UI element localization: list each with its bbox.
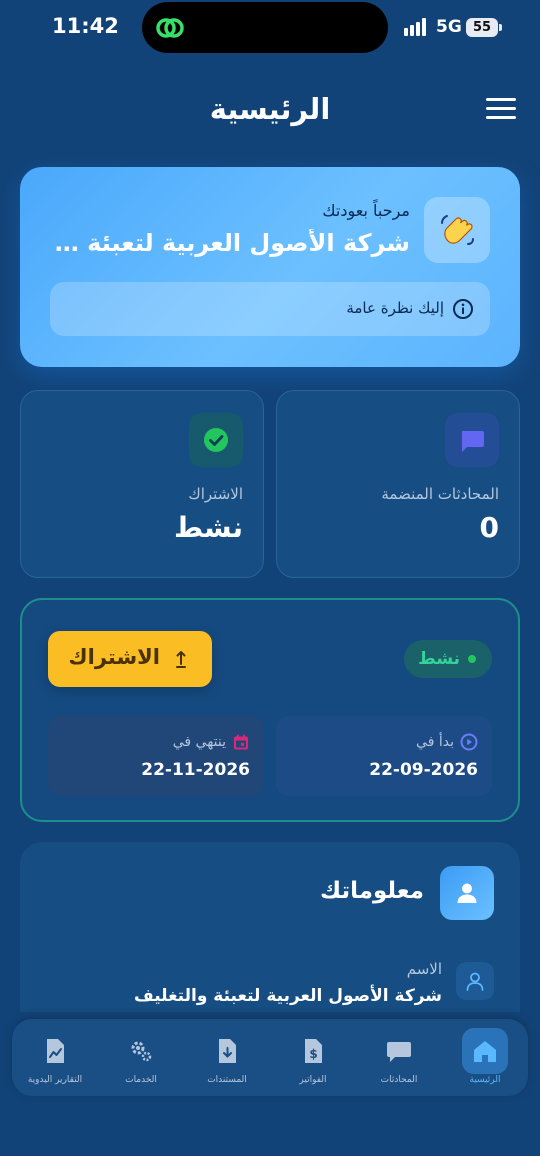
user-icon bbox=[440, 866, 494, 920]
start-date-value: 22-09-2026 bbox=[369, 760, 478, 780]
nav-label: التقارير اليدوية bbox=[27, 1075, 83, 1085]
subscription-card: نشط الاشتراك بدأ في 22-09-2026 ينتهي في … bbox=[20, 598, 520, 822]
welcome-greeting: مرحباً بعودتك bbox=[322, 201, 410, 220]
report-chart-icon bbox=[47, 1039, 64, 1063]
overview-label: إليك نظرة عامة bbox=[346, 299, 444, 317]
network-type: 5G bbox=[436, 17, 462, 37]
info-icon bbox=[453, 299, 473, 319]
status-badge: نشط bbox=[404, 640, 492, 678]
status-text: نشط bbox=[418, 649, 460, 669]
status-time: 11:42 bbox=[52, 14, 119, 38]
app-logo-icon bbox=[156, 18, 184, 38]
company-name: شركة الأصول العربية لتعبئة والت... bbox=[50, 229, 410, 257]
menu-icon bbox=[486, 98, 516, 101]
battery-icon: 55 bbox=[466, 18, 498, 37]
chat-icon bbox=[445, 413, 499, 467]
bottom-nav: الرئيسية المحادثات $ الفواتير المستندات … bbox=[12, 1019, 528, 1096]
name-value: شركة الأصول العربية لتعبئة والتغليف bbox=[133, 986, 442, 1006]
start-date-box: بدأ في 22-09-2026 bbox=[276, 716, 492, 796]
nav-item-invoices[interactable]: $ الفواتير bbox=[270, 1019, 356, 1096]
profile-title: معلوماتك bbox=[320, 878, 424, 904]
dynamic-island bbox=[142, 2, 388, 53]
stat-value: نشط bbox=[174, 511, 243, 544]
gears-icon bbox=[131, 1041, 152, 1062]
nav-item-chats[interactable]: المحادثات bbox=[356, 1019, 442, 1096]
battery-tip bbox=[499, 24, 502, 31]
overview-banner[interactable]: إليك نظرة عامة bbox=[50, 282, 490, 336]
nav-label: المحادثات bbox=[380, 1075, 418, 1085]
nav-label: الفواتير bbox=[299, 1075, 327, 1085]
nav-label: الرئيسية bbox=[469, 1075, 501, 1085]
subscription-stat-card[interactable]: الاشتراك نشط bbox=[20, 390, 264, 578]
stat-label: المحادثات المنضمة bbox=[381, 485, 499, 503]
start-date-label: بدأ في bbox=[416, 734, 454, 750]
wave-icon bbox=[424, 197, 490, 263]
end-date-label: ينتهي في bbox=[172, 734, 226, 750]
nav-item-manual-reports[interactable]: التقارير اليدوية bbox=[12, 1019, 98, 1096]
upgrade-arrow-icon bbox=[176, 651, 186, 668]
stat-value: 0 bbox=[479, 511, 499, 544]
chat-bubble-icon bbox=[387, 1042, 411, 1062]
welcome-card: مرحباً بعودتك شركة الأصول العربية لتعبئة… bbox=[20, 167, 520, 367]
status-dot bbox=[468, 655, 476, 663]
document-download-icon bbox=[219, 1039, 236, 1063]
menu-button[interactable] bbox=[486, 98, 516, 122]
end-date-value: 22-11-2026 bbox=[141, 760, 250, 780]
person-outline-icon bbox=[456, 962, 494, 1000]
end-date-box: ينتهي في 22-11-2026 bbox=[48, 716, 264, 796]
check-circle-icon bbox=[189, 413, 243, 467]
nav-item-services[interactable]: الخدمات bbox=[98, 1019, 184, 1096]
invoice-icon: $ bbox=[305, 1039, 322, 1063]
svg-text:$: $ bbox=[309, 1047, 317, 1061]
calendar-icon bbox=[234, 734, 248, 750]
nav-item-home[interactable]: الرئيسية bbox=[442, 1019, 528, 1096]
subscribe-button-label: الاشتراك bbox=[68, 645, 160, 669]
stat-label: الاشتراك bbox=[188, 485, 243, 503]
subscribe-button[interactable]: الاشتراك bbox=[48, 631, 212, 687]
nav-label: الخدمات bbox=[125, 1075, 157, 1085]
page-title: الرئيسية bbox=[209, 92, 331, 126]
name-label: الاسم bbox=[406, 960, 442, 978]
nav-label: المستندات bbox=[207, 1075, 247, 1085]
nav-item-documents[interactable]: المستندات bbox=[184, 1019, 270, 1096]
conversations-stat-card[interactable]: المحادثات المنضمة 0 bbox=[276, 390, 520, 578]
signal-icon bbox=[404, 18, 426, 36]
play-circle-icon bbox=[460, 733, 478, 751]
home-icon bbox=[474, 1041, 496, 1062]
